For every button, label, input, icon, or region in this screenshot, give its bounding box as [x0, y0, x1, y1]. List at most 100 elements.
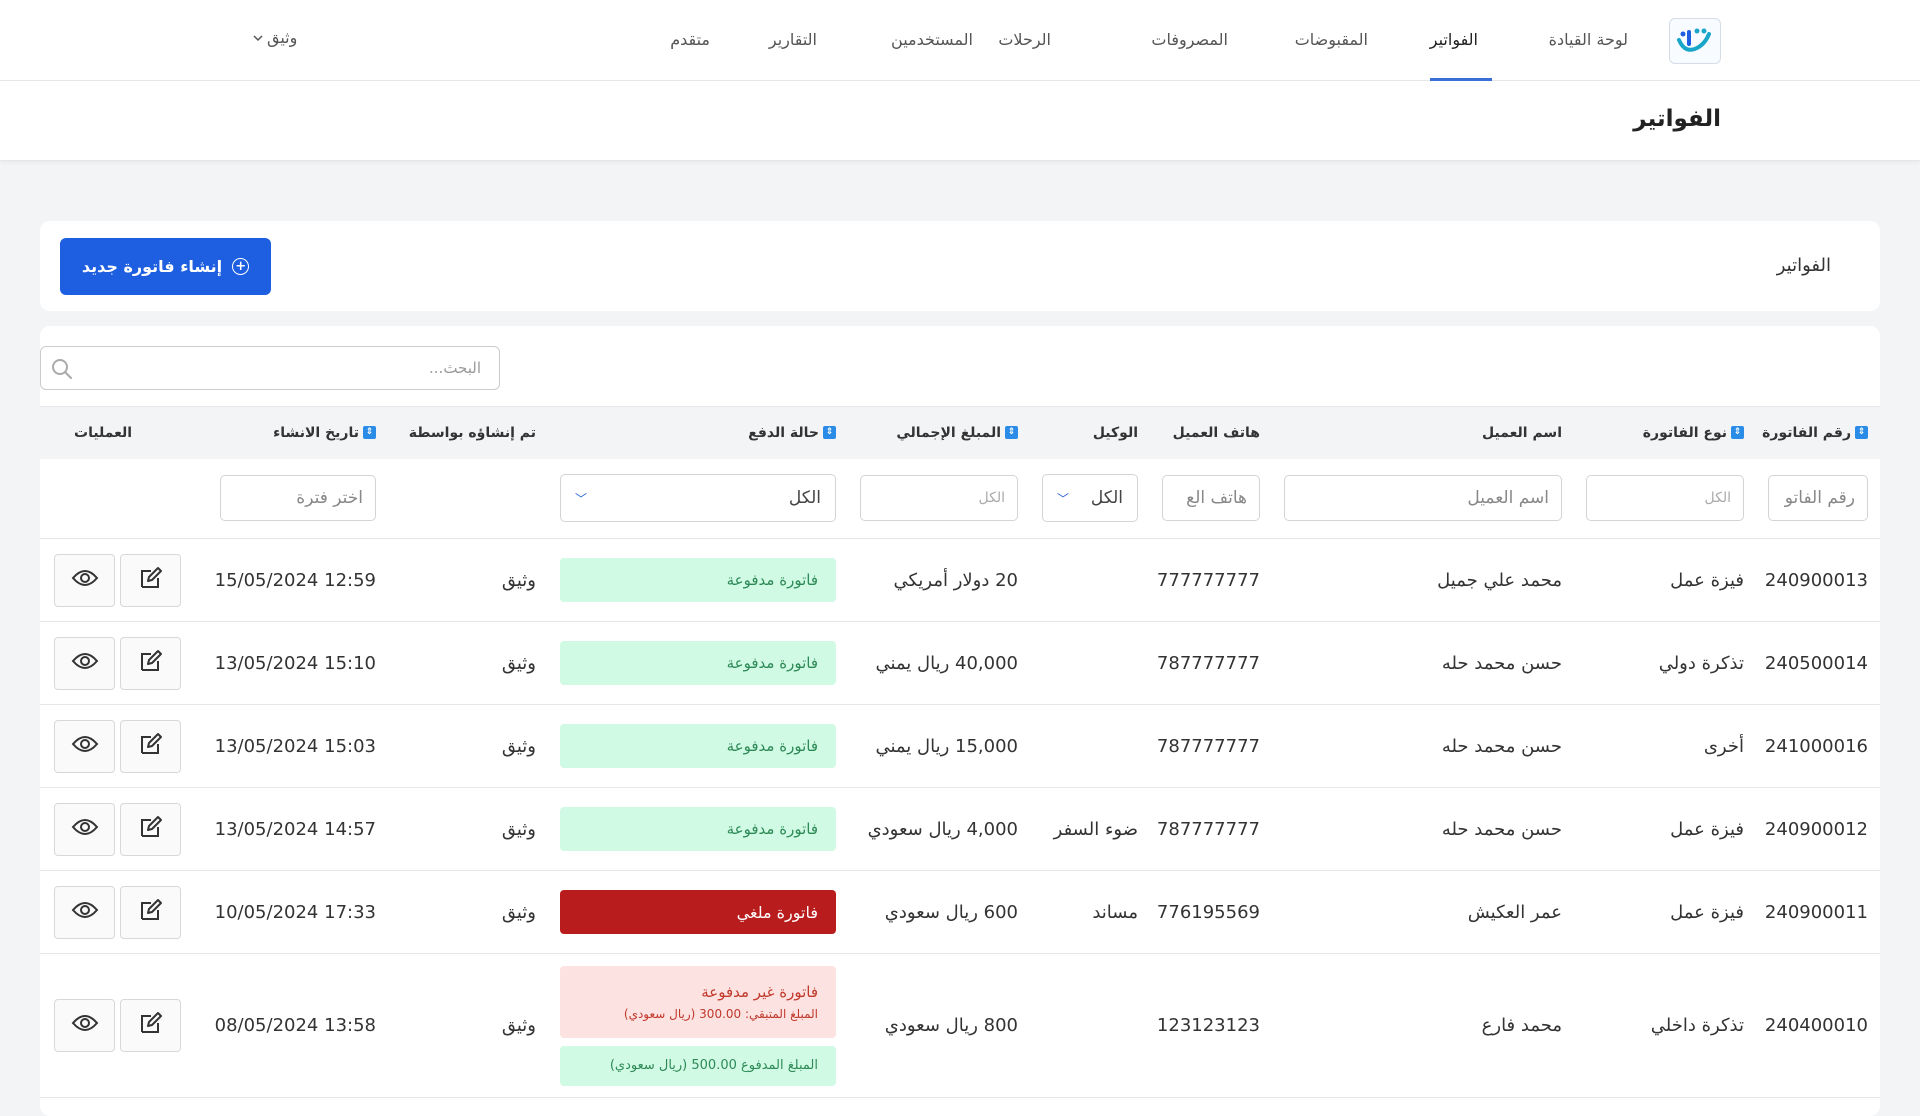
- edit-button[interactable]: [120, 802, 181, 856]
- header-total[interactable]: ⇕المبلغ الإجمالي: [848, 406, 1030, 459]
- view-button[interactable]: [54, 999, 115, 1052]
- cell-operations: [40, 705, 208, 788]
- cell-client-name: محمد علي جميل: [1437, 569, 1562, 591]
- cell-created-at: 17:33 10/05/2024: [214, 901, 376, 923]
- filter-payment-status-select[interactable]: الكل ﹀: [560, 474, 836, 523]
- invoices-table-card: ⇕رقم الفاتورة ⇕نوع الفاتورة اسم العميل ه…: [40, 326, 1880, 1116]
- edit-icon: [138, 648, 164, 679]
- status-label: فاتورة غير مدفوعة: [701, 982, 818, 1001]
- cell-created-at: 15:10 13/05/2024: [214, 652, 376, 674]
- nav-item-invoices[interactable]: الفواتير: [1430, 30, 1478, 49]
- chevron-down-icon: [253, 34, 263, 41]
- cell-created-by: وثيق: [501, 901, 536, 923]
- header-invoice-type[interactable]: ⇕نوع الفاتورة: [1574, 406, 1756, 459]
- table-row: 240900012 فيزة عمل حسن محمد حله 78777777…: [40, 788, 1880, 871]
- user-menu[interactable]: وثيق: [253, 28, 297, 47]
- nav-item-reports[interactable]: التقارير: [769, 30, 817, 49]
- view-button[interactable]: [54, 719, 115, 773]
- cell-operations: [40, 622, 208, 705]
- view-button[interactable]: [54, 885, 115, 939]
- view-button[interactable]: [54, 553, 115, 607]
- table-row: 240900011 فيزة عمل عمر العكيش 776195569 …: [40, 871, 1880, 954]
- nav-item-users[interactable]: المستخدمين: [891, 30, 973, 49]
- table-row: 240400010 تذكرة داخلي محمد فارع 12312312…: [40, 954, 1880, 1098]
- edit-button[interactable]: [120, 719, 181, 773]
- cell-client-name: حسن محمد حله: [1441, 818, 1562, 840]
- sort-icon: ⇕: [1005, 426, 1018, 440]
- eye-icon: [71, 568, 99, 593]
- sort-icon: ⇕: [1731, 426, 1744, 440]
- edit-button[interactable]: [120, 636, 181, 690]
- cell-client-name: محمد فارع: [1481, 1015, 1562, 1036]
- cell-total: 20 دولار أمريكي: [893, 569, 1018, 591]
- user-name: وثيق: [267, 28, 298, 47]
- logo-icon: [1677, 28, 1711, 52]
- cell-client-phone: 776195569: [1156, 901, 1260, 923]
- status-badge-unpaid: فاتورة غير مدفوعة المبلغ المتبقي: 300.00…: [560, 965, 836, 1038]
- filter-client-name[interactable]: اسم العميل: [1284, 475, 1562, 522]
- nav-item-receipts[interactable]: المقبوضات: [1295, 30, 1368, 49]
- filter-total[interactable]: الكل: [860, 475, 1018, 522]
- filter-agent-select[interactable]: الكل ﹀: [1042, 474, 1138, 523]
- cell-payment-status: فاتورة مدفوعة: [548, 705, 848, 788]
- cell-invoice-no: 240900012: [1764, 818, 1868, 840]
- card-title: الفواتير: [1776, 255, 1831, 276]
- header-created-at[interactable]: ⇕تاريخ الانشاء: [208, 406, 388, 459]
- filter-invoice-type[interactable]: الكل: [1586, 475, 1744, 522]
- edit-button[interactable]: [120, 885, 181, 939]
- cell-client-name: حسن محمد حله: [1441, 652, 1562, 674]
- cell-client-phone: 787777777: [1156, 735, 1260, 757]
- table-header-row: ⇕رقم الفاتورة ⇕نوع الفاتورة اسم العميل ه…: [40, 406, 1880, 459]
- table-row: 240500014 تذكرة دولي حسن محمد حله 787777…: [40, 622, 1880, 705]
- page-title: الفواتير: [1633, 106, 1721, 132]
- view-button[interactable]: [54, 636, 115, 690]
- filter-date-range[interactable]: اختر فترة: [220, 475, 376, 522]
- cell-client-phone: 787777777: [1156, 652, 1260, 674]
- header-payment-status[interactable]: ⇕حالة الدفع: [548, 406, 848, 459]
- cell-agent: ضوء السفر: [1053, 818, 1138, 840]
- nav-item-dashboard[interactable]: لوحة القيادة: [1549, 30, 1628, 49]
- cell-payment-status: فاتورة مدفوعة: [548, 788, 848, 871]
- sort-icon: ⇕: [823, 426, 836, 440]
- nav-item-expenses[interactable]: المصروفات: [1151, 30, 1228, 49]
- table-row: 241000016 أخرى حسن محمد حله 787777777 15…: [40, 705, 1880, 788]
- cell-invoice-type: فيزة عمل: [1670, 818, 1744, 840]
- cell-invoice-no: 240900013: [1764, 569, 1868, 591]
- cell-invoice-no: 241000016: [1764, 735, 1868, 757]
- cell-created-at: 12:59 15/05/2024: [214, 569, 376, 591]
- add-circle-icon: +: [232, 258, 250, 275]
- header-operations: العمليات: [40, 406, 208, 459]
- cell-agent: [1030, 705, 1150, 788]
- app-logo[interactable]: [1669, 18, 1721, 64]
- eye-icon: [71, 651, 99, 676]
- cell-payment-status: فاتورة غير مدفوعة المبلغ المتبقي: 300.00…: [548, 954, 848, 1098]
- create-invoice-button[interactable]: + إنشاء فاتورة جديد: [60, 238, 271, 295]
- edit-icon: [138, 897, 164, 928]
- cell-agent: [1030, 954, 1150, 1098]
- cell-invoice-type: فيزة عمل: [1670, 569, 1744, 591]
- filter-invoice-no[interactable]: رقم الفاتو: [1768, 475, 1868, 522]
- eye-icon: [71, 900, 99, 925]
- cell-agent: مساند: [1092, 901, 1138, 923]
- nav-item-advanced[interactable]: متقدم: [670, 30, 710, 49]
- view-button[interactable]: [54, 802, 115, 856]
- chevron-down-icon: ﹀: [575, 491, 588, 506]
- edit-icon: [138, 1010, 164, 1041]
- cell-total: 15,000 ريال يمني: [875, 735, 1018, 757]
- chevron-down-icon: ﹀: [1057, 491, 1070, 506]
- cell-invoice-type: أخرى: [1703, 735, 1744, 757]
- header-invoice-no[interactable]: ⇕رقم الفاتورة: [1756, 406, 1880, 459]
- cell-total: 40,000 ريال يمني: [875, 652, 1018, 674]
- cell-created-by: وثيق: [501, 735, 536, 757]
- edit-button[interactable]: [120, 999, 181, 1052]
- cell-invoice-type: تذكرة دولي: [1658, 652, 1744, 674]
- cell-payment-status: فاتورة مدفوعة: [548, 539, 848, 622]
- search-box: [40, 346, 500, 390]
- cell-created-at: 13:58 08/05/2024: [214, 1015, 376, 1036]
- nav-item-trips[interactable]: الرحلات: [998, 30, 1051, 49]
- edit-button[interactable]: [120, 553, 181, 607]
- cell-payment-status: فاتورة ملغي: [548, 871, 848, 954]
- search-input[interactable]: [41, 347, 499, 389]
- create-invoice-label: إنشاء فاتورة جديد: [81, 257, 223, 276]
- filter-client-phone[interactable]: هاتف الع: [1162, 475, 1260, 522]
